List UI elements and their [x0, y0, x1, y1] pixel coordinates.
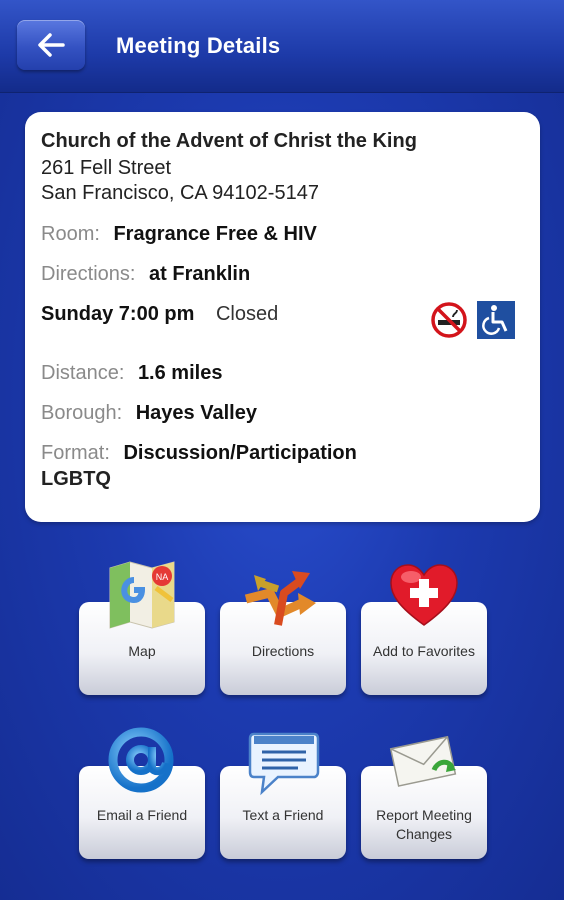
chat-bubble-icon — [248, 732, 320, 796]
room-value: Fragrance Free & HIV — [113, 223, 317, 245]
heart-plus-icon — [390, 564, 458, 626]
format-label: Format: — [41, 442, 110, 464]
borough-value: Hayes Valley — [135, 402, 257, 424]
distance-label: Distance: — [41, 362, 125, 384]
map-label: Map — [128, 643, 156, 659]
envelope-refresh-icon — [389, 735, 457, 787]
borough-row: Borough: Hayes Valley — [41, 402, 257, 425]
format-row: Format: Discussion/Participation — [41, 442, 357, 465]
format-value-2: LGBTQ — [41, 468, 111, 490]
address-line-1: 261 Fell Street — [41, 157, 172, 179]
map-icon: NA — [109, 561, 175, 629]
text-label: Text a Friend — [242, 807, 324, 823]
page-title: Meeting Details — [116, 33, 281, 58]
meeting-name: Church of the Advent of Christ the King — [41, 130, 417, 152]
address-line-2: San Francisco, CA 94102-5147 — [41, 182, 319, 204]
directions-row: Directions: at Franklin — [41, 263, 250, 286]
schedule-row: Sunday 7:00 pm Closed — [41, 303, 278, 326]
favorites-label: Add to Favorites — [373, 643, 475, 659]
distance-value: 1.6 miles — [137, 362, 223, 384]
report-label-line-2: Changes — [395, 826, 453, 842]
directions-label: Directions: — [41, 263, 136, 285]
room-row: Room: Fragrance Free & HIV — [41, 223, 317, 246]
back-button[interactable] — [17, 20, 85, 70]
room-label: Room: — [41, 223, 100, 245]
svg-text:NA: NA — [156, 572, 169, 582]
wheelchair-accessible-icon — [477, 301, 515, 339]
distance-row: Distance: 1.6 miles — [41, 362, 222, 385]
day-time: Sunday 7:00 pm — [41, 303, 195, 325]
feature-icons — [430, 301, 515, 339]
top-bar: Meeting Details — [0, 0, 564, 93]
meeting-details-card: Church of the Advent of Christ the King … — [25, 112, 540, 522]
no-smoking-icon — [431, 302, 467, 338]
email-label: Email a Friend — [96, 807, 188, 823]
directions-arrows-icon — [244, 571, 316, 626]
borough-label: Borough: — [41, 402, 123, 424]
meeting-type: Closed — [215, 303, 279, 325]
format-value: Discussion/Participation — [123, 442, 357, 464]
email-at-icon — [108, 727, 174, 793]
report-label-line-1: Report Meeting — [376, 807, 472, 823]
arrow-left-icon — [38, 33, 65, 57]
directions-label-tile: Directions — [251, 643, 315, 659]
directions-value: at Franklin — [149, 263, 251, 285]
